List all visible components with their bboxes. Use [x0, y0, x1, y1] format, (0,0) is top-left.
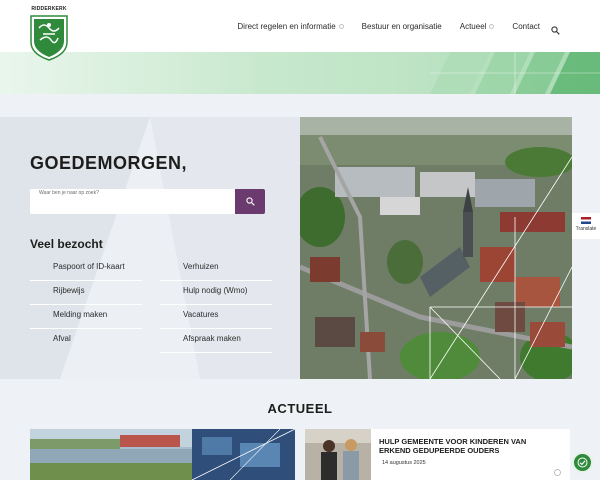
visited-link-afval[interactable]: Afval — [30, 329, 142, 353]
visited-link-vacatures[interactable]: Vacatures — [160, 305, 272, 329]
news-photo — [305, 429, 371, 480]
search-icon — [245, 197, 255, 206]
visited-link-wmo[interactable]: Hulp nodig (Wmo) — [160, 281, 272, 305]
greeting-heading: GOEDEMORGEN, — [30, 153, 188, 173]
nav-label: Bestuur en organisatie — [361, 21, 442, 31]
visited-link-melding[interactable]: Melding maken — [30, 305, 142, 329]
visited-link-paspoort[interactable]: Paspoort of ID-kaart — [30, 257, 142, 281]
search-input[interactable] — [38, 198, 228, 211]
nav-label: Direct regelen en informatie — [237, 21, 336, 31]
news-headline: HULP GEMEENTE VOOR KINDEREN VAN ERKEND G… — [379, 437, 527, 455]
nav-contact[interactable]: Contact — [512, 22, 540, 31]
news-card[interactable]: HULP GEMEENTE VOOR KINDEREN VAN ERKEND G… — [305, 429, 570, 480]
cookie-settings-button[interactable] — [572, 452, 593, 473]
nav-actueel[interactable]: Actueel — [460, 22, 495, 31]
nav-direct-regelen[interactable]: Direct regelen en informatie — [237, 21, 344, 31]
visited-link-afspraak[interactable]: Afspraak maken — [160, 329, 272, 353]
translate-label: Translate — [575, 226, 597, 232]
circle-icon — [489, 23, 495, 29]
decorative-banner — [0, 52, 600, 94]
site-search: Waar ben je naar op zoek? — [30, 189, 265, 214]
banner-pattern — [430, 52, 600, 94]
nav-bestuur[interactable]: Bestuur en organisatie — [362, 22, 442, 31]
check-shield-icon — [577, 457, 588, 468]
news-date: 14 augustus 2025 — [382, 460, 426, 466]
main-navigation: Direct regelen en informatie Bestuur en … — [237, 0, 562, 52]
hero-panel: GOEDEMORGEN, Waar ben je naar op zoek? V… — [0, 117, 300, 379]
visited-link-rijbewijs[interactable]: Rijbewijs — [30, 281, 142, 305]
hero-aerial-photo — [300, 117, 572, 379]
news-card-image[interactable] — [30, 429, 295, 480]
nav-label: Contact — [512, 21, 540, 31]
circle-icon — [338, 23, 344, 29]
search-label: Waar ben je naar op zoek? — [39, 190, 99, 196]
news-section-heading: ACTUEEL — [267, 401, 333, 416]
search-icon[interactable] — [551, 22, 560, 35]
dutch-flag-icon — [581, 217, 591, 224]
site-header: RIDDERKERK Direct regelen en informatie … — [0, 0, 600, 61]
municipality-logo[interactable]: RIDDERKERK — [27, 6, 71, 62]
most-visited-heading: Veel bezocht — [30, 237, 103, 251]
circle-arrow-icon — [554, 469, 561, 476]
search-submit-button[interactable] — [235, 189, 265, 214]
nav-label: Actueel — [459, 21, 487, 31]
visited-link-verhuizen[interactable]: Verhuizen — [160, 257, 272, 281]
translate-widget[interactable]: Translate — [572, 213, 600, 239]
